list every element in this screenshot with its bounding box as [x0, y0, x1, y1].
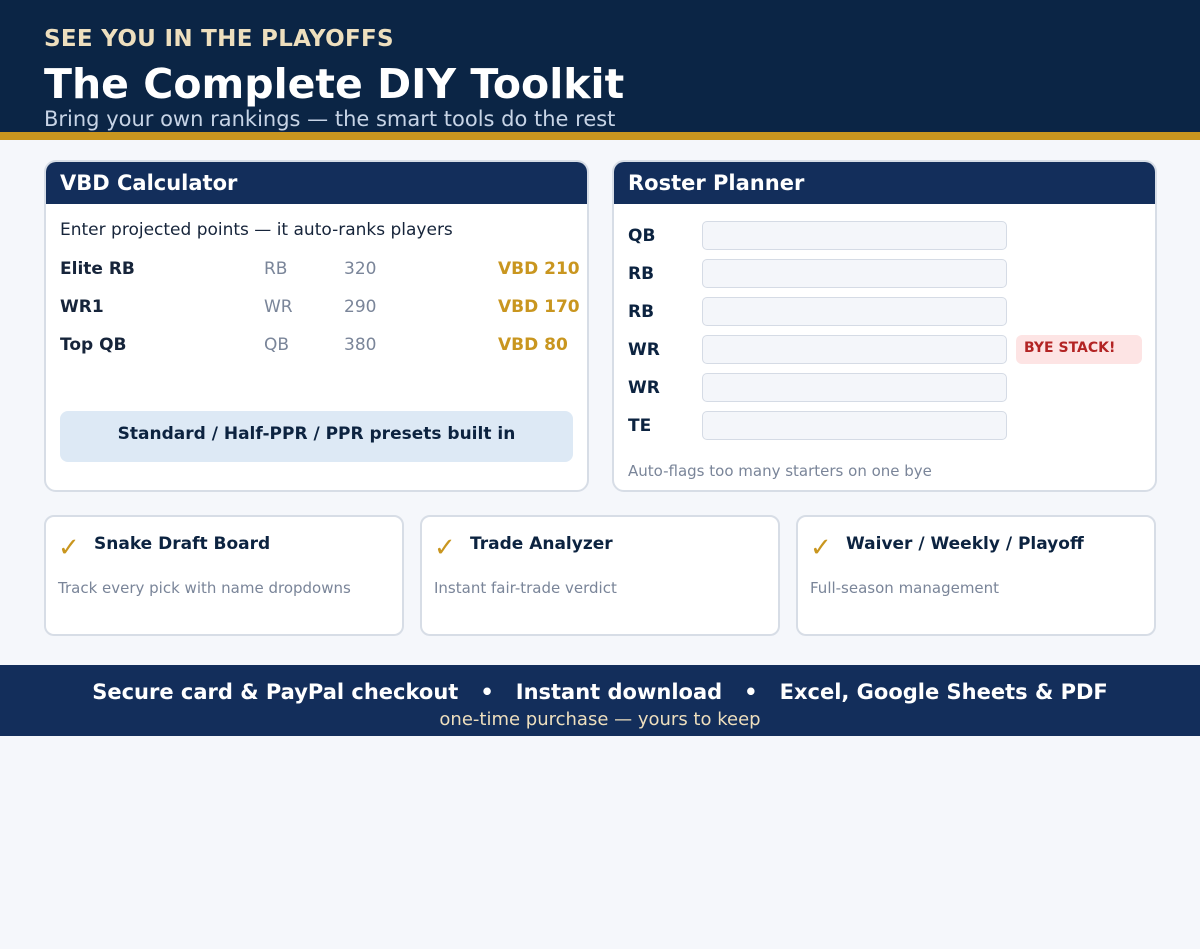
- roster-slot-input[interactable]: [702, 259, 1007, 288]
- vbd-row: Top QB QB 380 VBD 80: [46, 335, 587, 359]
- player-name: WR1: [60, 297, 104, 317]
- roster-slot-row: RB: [614, 259, 1155, 289]
- feature-title: Waiver / Weekly / Playoff: [846, 534, 1084, 554]
- hero-subtitle: Bring your own rankings — the smart tool…: [44, 107, 616, 131]
- projected-points: 290: [344, 297, 377, 317]
- player-name: Top QB: [60, 335, 127, 355]
- format-benefit: Excel, Google Sheets & PDF: [779, 680, 1108, 704]
- feature-card-season-management: ✓ Waiver / Weekly / Playoff Full-season …: [796, 515, 1156, 636]
- feature-description: Instant fair-trade verdict: [434, 579, 617, 597]
- roster-slot-label: QB: [628, 226, 656, 246]
- check-icon: ✓: [810, 533, 832, 563]
- roster-planner-card: Roster Planner QB RB RB WR BYE STACK! WR…: [612, 160, 1157, 492]
- roster-slot-input[interactable]: [702, 411, 1007, 440]
- scoring-presets-banner: Standard / Half-PPR / PPR presets built …: [60, 411, 573, 462]
- hero-eyebrow: SEE YOU IN THE PLAYOFFS: [44, 26, 394, 52]
- checkout-benefit: Secure card & PayPal checkout: [92, 680, 459, 704]
- player-position: QB: [264, 335, 290, 355]
- roster-slot-label: RB: [628, 264, 655, 284]
- check-icon: ✓: [58, 533, 80, 563]
- vbd-value: VBD 170: [498, 297, 580, 317]
- vbd-row: WR1 WR 290 VBD 170: [46, 297, 587, 321]
- player-position: RB: [264, 259, 288, 279]
- roster-planner-note: Auto-flags too many starters on one bye: [628, 462, 932, 480]
- roster-slot-row: WR: [614, 373, 1155, 403]
- feature-description: Track every pick with name dropdowns: [58, 579, 351, 597]
- roster-slot-input[interactable]: [702, 335, 1007, 364]
- purchase-footer: Secure card & PayPal checkout • Instant do…: [0, 665, 1200, 736]
- vbd-card-title: VBD Calculator: [60, 171, 238, 195]
- bullet-separator: •: [744, 680, 758, 704]
- roster-slot-row: TE: [614, 411, 1155, 441]
- footer-tagline: one-time purchase — yours to keep: [439, 709, 761, 730]
- feature-title: Trade Analyzer: [470, 534, 613, 554]
- roster-slot-row: QB: [614, 221, 1155, 251]
- player-name: Elite RB: [60, 259, 135, 279]
- roster-slot-label: RB: [628, 302, 655, 322]
- player-position: WR: [264, 297, 293, 317]
- page-title: The Complete DIY Toolkit: [44, 60, 625, 108]
- feature-card-snake-draft: ✓ Snake Draft Board Track every pick wit…: [44, 515, 404, 636]
- roster-slot-row: RB: [614, 297, 1155, 327]
- vbd-row: Elite RB RB 320 VBD 210: [46, 259, 587, 283]
- footer-benefits: Secure card & PayPal checkout • Instant do…: [0, 680, 1200, 704]
- projected-points: 320: [344, 259, 377, 279]
- roster-slot-input[interactable]: [702, 297, 1007, 326]
- roster-card-header: Roster Planner: [614, 162, 1155, 204]
- roster-slot-label: TE: [628, 416, 652, 436]
- roster-slot-label: WR: [628, 378, 660, 398]
- vbd-instruction: Enter projected points — it auto-ranks p…: [60, 220, 453, 240]
- roster-slot-input[interactable]: [702, 373, 1007, 402]
- projected-points: 380: [344, 335, 377, 355]
- roster-slot-input[interactable]: [702, 221, 1007, 250]
- download-benefit: Instant download: [515, 680, 723, 704]
- vbd-value: VBD 210: [498, 259, 580, 279]
- check-icon: ✓: [434, 533, 456, 563]
- hero-banner: SEE YOU IN THE PLAYOFFS The Complete DIY…: [0, 0, 1200, 132]
- feature-card-trade-analyzer: ✓ Trade Analyzer Instant fair-trade verd…: [420, 515, 780, 636]
- vbd-value: VBD 80: [498, 335, 568, 355]
- feature-description: Full-season management: [810, 579, 1000, 597]
- roster-slot-label: WR: [628, 340, 660, 360]
- vbd-card-header: VBD Calculator: [46, 162, 587, 204]
- vbd-calculator-card: VBD Calculator Enter projected points — …: [44, 160, 589, 492]
- roster-slot-row: WR BYE STACK!: [614, 335, 1155, 365]
- gold-divider: [0, 132, 1200, 140]
- roster-card-title: Roster Planner: [628, 171, 805, 195]
- bullet-separator: •: [480, 680, 494, 704]
- bye-stack-warning-badge: BYE STACK!: [1016, 335, 1142, 364]
- feature-title: Snake Draft Board: [94, 534, 271, 554]
